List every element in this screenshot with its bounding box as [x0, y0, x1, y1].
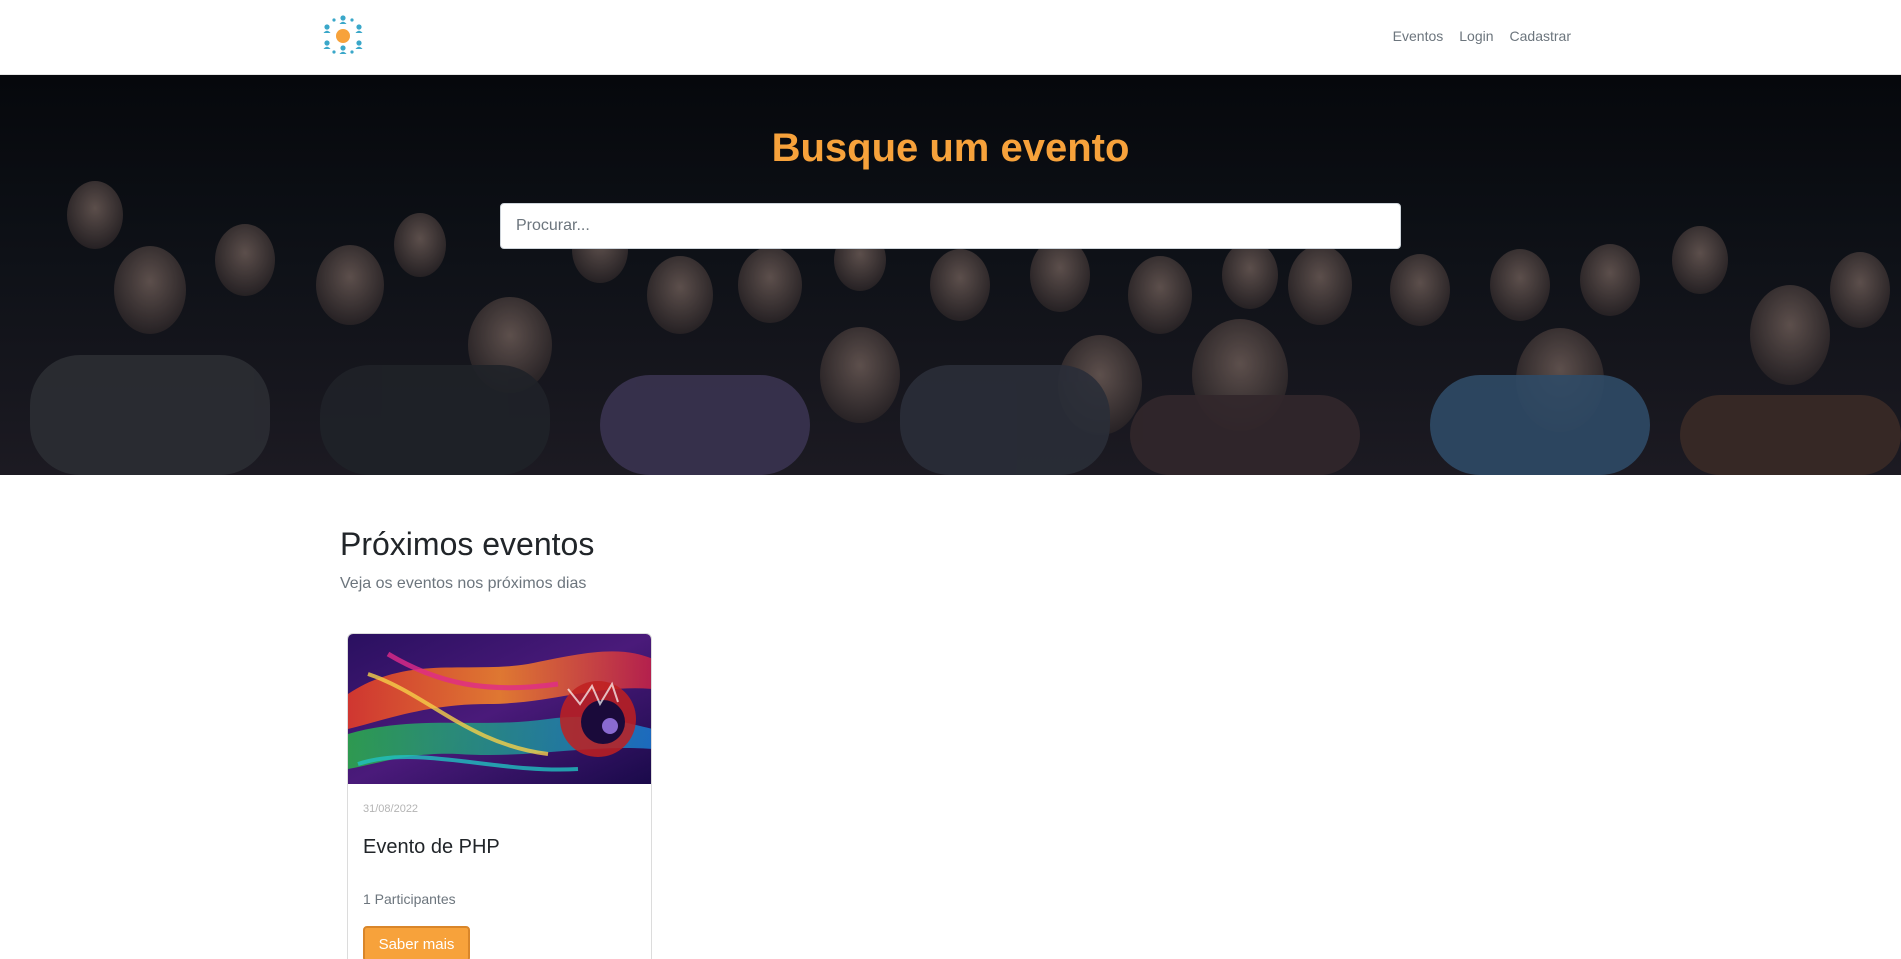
nav-link-login[interactable]: Login: [1451, 26, 1501, 46]
event-card-image: [348, 634, 651, 784]
navbar: Eventos Login Cadastrar: [0, 0, 1901, 75]
nav-link-eventos[interactable]: Eventos: [1385, 26, 1452, 46]
saber-mais-button[interactable]: Saber mais: [363, 926, 470, 959]
nav-links: Eventos Login Cadastrar: [1385, 26, 1571, 46]
people-network-logo-icon[interactable]: [321, 14, 365, 58]
event-card: 31/08/2022 Evento de PHP 1 Participantes…: [347, 633, 652, 959]
nav-link-cadastrar[interactable]: Cadastrar: [1502, 26, 1571, 46]
event-participants: 1 Participantes: [363, 891, 456, 907]
event-title: Evento de PHP: [363, 836, 500, 858]
event-date: 31/08/2022: [363, 803, 419, 815]
hero-banner: Busque um evento: [0, 75, 1901, 475]
hero-title: Busque um evento: [771, 126, 1130, 170]
search-input[interactable]: [500, 203, 1401, 249]
section-subtitle: Veja os eventos nos próximos dias: [340, 575, 587, 592]
section-title: Próximos eventos: [340, 526, 595, 562]
